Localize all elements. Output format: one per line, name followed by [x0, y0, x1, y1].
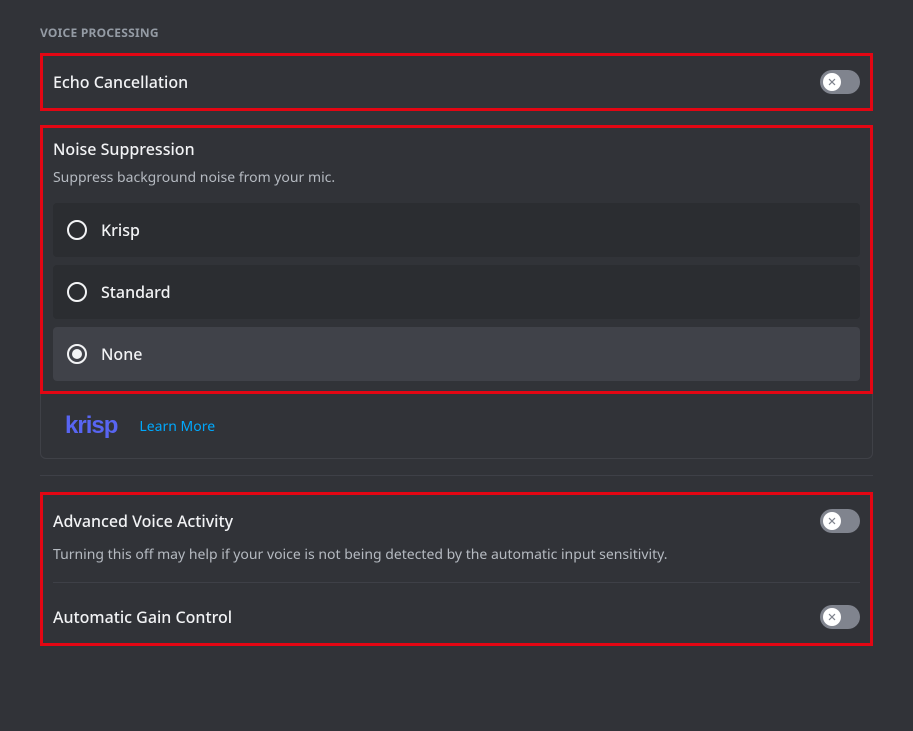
divider: [40, 475, 873, 476]
advanced-voice-highlight: Advanced Voice Activity Turning this off…: [40, 492, 873, 646]
noise-suppression-subtitle: Suppress background noise from your mic.: [53, 168, 860, 187]
radio-icon: [67, 282, 87, 302]
noise-suppression-highlight: Noise Suppression Suppress background no…: [40, 125, 873, 394]
krisp-logo: krisp: [65, 412, 117, 440]
advanced-voice-subtitle: Turning this off may help if your voice …: [53, 545, 860, 564]
toggle-off-x-icon: [825, 75, 839, 89]
toggle-off-x-icon: [825, 610, 839, 624]
divider: [53, 582, 860, 583]
krisp-learn-more-link[interactable]: Learn More: [139, 417, 215, 436]
echo-cancellation-label: Echo Cancellation: [53, 71, 188, 93]
toggle-off-x-icon: [825, 514, 839, 528]
radio-label-standard: Standard: [101, 281, 171, 303]
agc-toggle[interactable]: [820, 605, 860, 629]
agc-label: Automatic Gain Control: [53, 606, 232, 628]
noise-suppression-label: Noise Suppression: [53, 138, 860, 160]
echo-cancellation-toggle[interactable]: [820, 70, 860, 94]
radio-label-krisp: Krisp: [101, 219, 140, 241]
echo-cancellation-row: Echo Cancellation: [53, 66, 860, 98]
radio-option-none[interactable]: None: [53, 327, 860, 381]
radio-label-none: None: [101, 343, 142, 365]
radio-option-standard[interactable]: Standard: [53, 265, 860, 319]
agc-row: Automatic Gain Control: [53, 601, 860, 633]
radio-icon: [67, 344, 87, 364]
radio-icon: [67, 220, 87, 240]
radio-option-krisp[interactable]: Krisp: [53, 203, 860, 257]
advanced-voice-toggle[interactable]: [820, 509, 860, 533]
advanced-voice-label: Advanced Voice Activity: [53, 510, 233, 532]
noise-suppression-options: Krisp Standard None: [53, 203, 860, 381]
section-header: VOICE PROCESSING: [40, 24, 873, 41]
echo-cancellation-highlight: Echo Cancellation: [40, 53, 873, 111]
krisp-info-row: krisp Learn More: [40, 394, 873, 459]
advanced-voice-row: Advanced Voice Activity: [53, 505, 860, 537]
